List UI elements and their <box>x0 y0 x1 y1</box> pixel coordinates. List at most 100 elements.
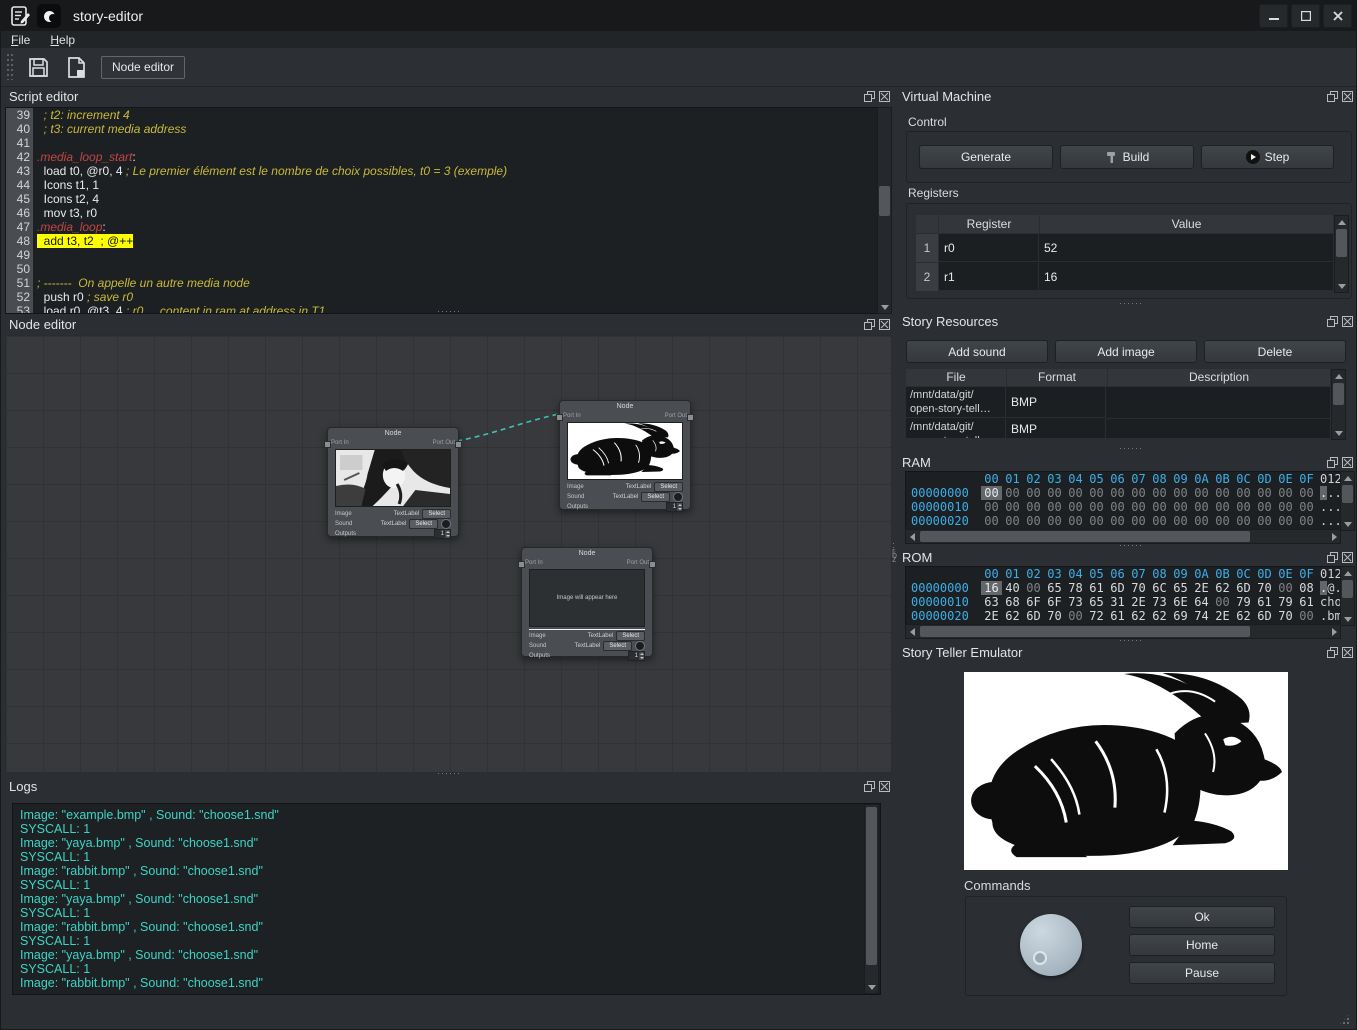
hex-byte-cell[interactable]: 61 <box>1254 595 1275 609</box>
hex-byte-cell[interactable]: 00 <box>1296 609 1317 623</box>
registers-vscrollbar[interactable] <box>1334 215 1349 293</box>
hex-byte-cell[interactable]: 00 <box>1254 514 1275 528</box>
hex-byte-cell[interactable]: 00 <box>1212 514 1233 528</box>
hex-byte-cell[interactable]: 61 <box>1296 595 1317 609</box>
hex-byte-cell[interactable]: 00 <box>1002 500 1023 514</box>
node-editor-toggle-button[interactable]: Node editor <box>101 56 185 79</box>
hex-byte-cell[interactable]: 2E <box>1191 581 1212 595</box>
register-row[interactable]: 2r116 <box>916 263 1334 292</box>
minimize-button[interactable] <box>1259 4 1288 28</box>
script-code-editor[interactable]: 39 ; t2: increment 440 ; t3: current med… <box>5 107 879 314</box>
hex-byte-cell[interactable]: 70 <box>1275 609 1296 623</box>
hex-byte-cell[interactable]: 00 <box>1086 486 1107 500</box>
hex-byte-cell[interactable]: 6C <box>1149 581 1170 595</box>
hex-byte-cell[interactable]: 00 <box>1086 514 1107 528</box>
export-document-icon[interactable] <box>63 54 89 80</box>
outputs-spinbox[interactable]: 1 <box>434 529 451 539</box>
step-button[interactable]: Step <box>1201 145 1334 169</box>
hex-byte-cell[interactable]: 00 <box>1065 500 1086 514</box>
hex-byte-cell[interactable]: 73 <box>1065 595 1086 609</box>
float-panel-icon[interactable] <box>1326 646 1338 658</box>
delete-resource-button[interactable]: Delete <box>1204 340 1346 363</box>
media-node-rabbit[interactable]: Node Port InPort Out ImageTextLabelSelec… <box>559 400 691 510</box>
hex-byte-cell[interactable]: 40 <box>1002 581 1023 595</box>
resize-grip[interactable] <box>1338 1013 1351 1026</box>
rom-hex-view[interactable]: 000102030405060708090A0B0C0D0E0F01200000… <box>905 566 1341 626</box>
hex-byte-cell[interactable]: 00 <box>1275 514 1296 528</box>
hex-byte-cell[interactable]: 65 <box>1044 581 1065 595</box>
hex-byte-cell[interactable]: 00 <box>1254 486 1275 500</box>
select-sound-button[interactable]: Select <box>409 519 438 529</box>
hex-byte-cell[interactable]: 00 <box>1233 500 1254 514</box>
hex-byte-cell[interactable]: 00 <box>1275 486 1296 500</box>
hex-byte-cell[interactable]: 73 <box>1149 595 1170 609</box>
hex-byte-cell[interactable]: 79 <box>1233 595 1254 609</box>
hex-byte-cell[interactable]: 70 <box>1128 581 1149 595</box>
hex-byte-cell[interactable]: 00 <box>1044 486 1065 500</box>
hex-byte-cell[interactable]: 00 <box>1254 500 1275 514</box>
port-in-dot[interactable] <box>556 414 563 421</box>
close-button[interactable] <box>1323 4 1352 28</box>
hex-byte-cell[interactable]: 00 <box>1002 486 1023 500</box>
hex-byte-cell[interactable]: 00 <box>1149 486 1170 500</box>
hex-byte-cell[interactable]: 00 <box>1170 514 1191 528</box>
hex-byte-cell[interactable]: 65 <box>1170 581 1191 595</box>
hex-byte-cell[interactable]: 00 <box>981 486 1002 500</box>
select-image-button[interactable]: Select <box>654 482 683 492</box>
hex-byte-cell[interactable]: 00 <box>1170 486 1191 500</box>
play-sound-button[interactable] <box>441 519 451 529</box>
hex-byte-cell[interactable]: 00 <box>1086 500 1107 514</box>
hex-byte-cell[interactable]: 62 <box>1149 609 1170 623</box>
hex-byte-cell[interactable]: 00 <box>1065 514 1086 528</box>
build-button[interactable]: Build <box>1060 145 1194 169</box>
splitter-vm-resources[interactable]: ······ <box>1119 301 1143 305</box>
hex-byte-cell[interactable]: 72 <box>1086 609 1107 623</box>
ram-hex-view[interactable]: 000102030405060708090A0B0C0D0E0F01200000… <box>905 471 1341 531</box>
port-out-dot[interactable] <box>687 414 694 421</box>
hex-byte-cell[interactable]: 00 <box>1149 500 1170 514</box>
hex-byte-cell[interactable]: 00 <box>1275 500 1296 514</box>
hex-byte-cell[interactable]: 69 <box>1170 609 1191 623</box>
hex-byte-cell[interactable]: 00 <box>1191 514 1212 528</box>
float-panel-icon[interactable] <box>863 90 875 102</box>
float-panel-icon[interactable] <box>1326 456 1338 468</box>
hex-byte-cell[interactable]: 62 <box>1212 581 1233 595</box>
hex-byte-cell[interactable]: 00 <box>1191 500 1212 514</box>
generate-button[interactable]: Generate <box>919 145 1053 169</box>
save-icon[interactable] <box>25 54 51 80</box>
media-node-yaya[interactable]: Node Port InPort Out ImageTextLabelSelec… <box>327 427 459 537</box>
port-in-dot[interactable] <box>518 561 525 568</box>
hex-byte-cell[interactable]: 62 <box>1002 609 1023 623</box>
close-panel-icon[interactable] <box>1341 646 1353 658</box>
close-panel-icon[interactable] <box>1341 315 1353 327</box>
hex-byte-cell[interactable]: 00 <box>1107 514 1128 528</box>
hex-byte-cell[interactable]: 6F <box>1023 595 1044 609</box>
hex-byte-cell[interactable]: 6D <box>1233 581 1254 595</box>
hex-byte-cell[interactable]: 6D <box>1254 609 1275 623</box>
hex-byte-cell[interactable]: 00 <box>1296 486 1317 500</box>
script-editor-vscrollbar[interactable] <box>877 107 892 314</box>
hex-byte-cell[interactable]: 00 <box>1023 581 1044 595</box>
hex-byte-cell[interactable]: 00 <box>1065 609 1086 623</box>
rom-vscrollbar[interactable] <box>1340 566 1355 626</box>
hex-byte-cell[interactable]: 00 <box>1296 500 1317 514</box>
float-panel-icon[interactable] <box>863 318 875 330</box>
select-sound-button[interactable]: Select <box>603 641 632 651</box>
menu-file[interactable]: File <box>1 33 40 47</box>
hex-byte-cell[interactable]: 00 <box>1233 514 1254 528</box>
hex-byte-cell[interactable]: 6D <box>1023 609 1044 623</box>
hex-byte-cell[interactable]: 68 <box>1002 595 1023 609</box>
logs-vscrollbar[interactable] <box>864 804 879 994</box>
close-panel-icon[interactable] <box>878 318 890 330</box>
hex-byte-cell[interactable]: 62 <box>1233 609 1254 623</box>
hex-byte-cell[interactable]: 64 <box>1191 595 1212 609</box>
hex-byte-cell[interactable]: 61 <box>1107 609 1128 623</box>
hex-byte-cell[interactable]: 6E <box>1170 595 1191 609</box>
splitter-rom-emulator[interactable]: ······ <box>1119 638 1143 642</box>
hex-byte-cell[interactable]: 61 <box>1086 581 1107 595</box>
hex-byte-cell[interactable]: 31 <box>1107 595 1128 609</box>
hex-byte-cell[interactable]: 00 <box>1044 514 1065 528</box>
node-graph-canvas[interactable]: Node Port InPort Out ImageTextLabelSelec… <box>5 335 892 773</box>
splitter-script-node[interactable]: ······ <box>437 309 461 313</box>
float-panel-icon[interactable] <box>1326 551 1338 563</box>
